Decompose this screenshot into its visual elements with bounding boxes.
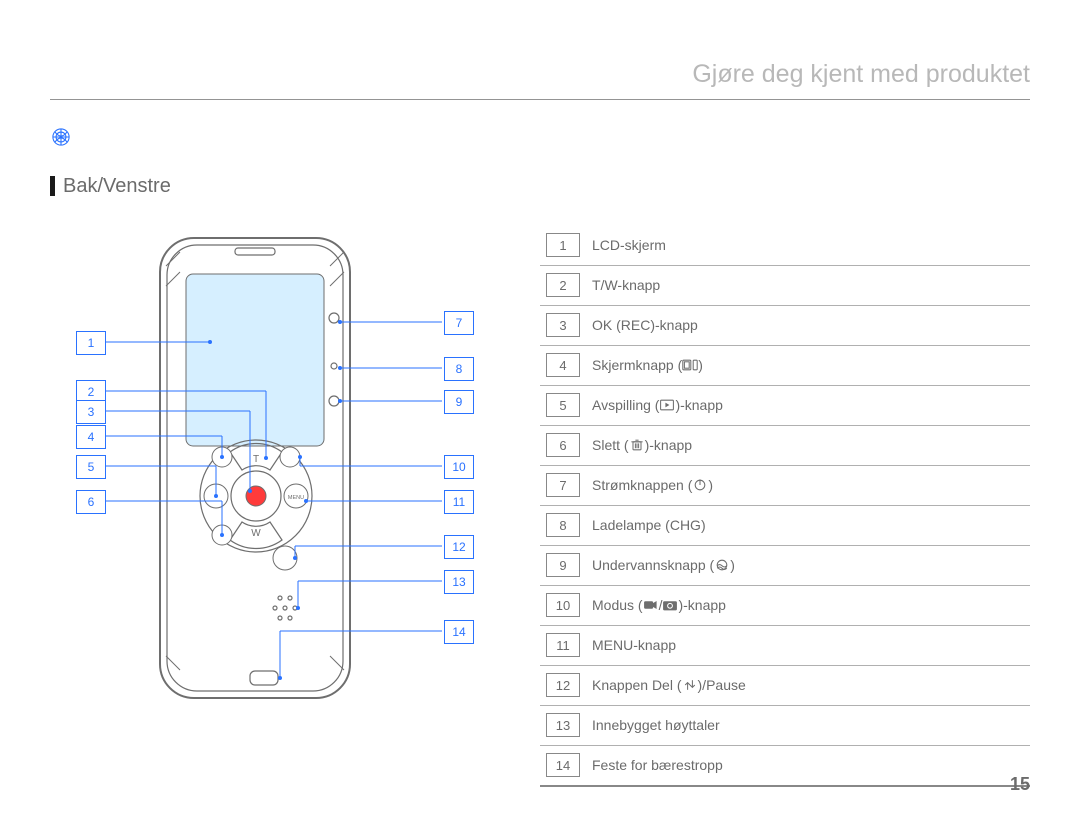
table-row: 9Undervannsknapp () xyxy=(540,546,1030,586)
part-number: 5 xyxy=(546,393,580,417)
callout-5: 5 xyxy=(76,455,106,479)
callout-12: 12 xyxy=(444,535,474,559)
table-row: 7Strømknappen () xyxy=(540,466,1030,506)
table-row: 13Innebygget høyttaler xyxy=(540,706,1030,746)
part-number: 3 xyxy=(546,313,580,337)
table-row: 11MENU-knapp xyxy=(540,626,1030,666)
callout-10: 10 xyxy=(444,455,474,479)
part-number: 11 xyxy=(546,633,580,657)
part-label: T/W-knapp xyxy=(586,266,1030,306)
part-number: 12 xyxy=(546,673,580,697)
diagram-column: T W MENU xyxy=(50,226,510,787)
underwater-icon xyxy=(714,558,730,572)
part-number: 1 xyxy=(546,233,580,257)
svg-text:T: T xyxy=(253,454,259,465)
callout-4: 4 xyxy=(76,425,106,449)
video-mode-icon xyxy=(643,598,659,612)
callout-6: 6 xyxy=(76,490,106,514)
part-label: MENU-knapp xyxy=(586,626,1030,666)
page-title: Gjøre deg kjent med produktet xyxy=(50,60,1030,100)
part-number: 6 xyxy=(546,433,580,457)
playback-icon xyxy=(659,398,675,412)
callout-9: 9 xyxy=(444,390,474,414)
table-row: 6Slett ()-knapp xyxy=(540,426,1030,466)
table-row: 2T/W-knapp xyxy=(540,266,1030,306)
product-diagram: T W MENU xyxy=(120,226,420,731)
screen-toggle-icon xyxy=(682,358,698,372)
part-number: 10 xyxy=(546,593,580,617)
table-row: 5Avspilling ()-knapp xyxy=(540,386,1030,426)
part-label: Modus (/)-knapp xyxy=(586,586,1030,626)
part-number: 7 xyxy=(546,473,580,497)
part-label: Skjermknapp () xyxy=(586,346,1030,386)
table-row: 14Feste for bærestropp xyxy=(540,746,1030,787)
subheading: Bak/Venstre xyxy=(50,176,1030,196)
table-row: 10Modus (/)-knapp xyxy=(540,586,1030,626)
callout-1: 1 xyxy=(76,331,106,355)
part-number: 9 xyxy=(546,553,580,577)
svg-text:MENU: MENU xyxy=(288,495,304,501)
part-label: Feste for bærestropp xyxy=(586,746,1030,787)
section-icon xyxy=(50,128,72,146)
part-label: Strømknappen () xyxy=(586,466,1030,506)
part-label: LCD-skjerm xyxy=(586,226,1030,266)
share-icon xyxy=(682,678,698,692)
speaker-icon xyxy=(273,596,297,620)
part-label: Ladelampe (CHG) xyxy=(586,506,1030,546)
callout-8: 8 xyxy=(444,357,474,381)
svg-text:W: W xyxy=(251,528,261,539)
callout-3: 3 xyxy=(76,400,106,424)
photo-mode-icon xyxy=(662,598,678,612)
part-number: 13 xyxy=(546,713,580,737)
table-row: 12Knappen Del ()/Pause xyxy=(540,666,1030,706)
table-row: 3OK (REC)-knapp xyxy=(540,306,1030,346)
callout-13: 13 xyxy=(444,570,474,594)
part-label: OK (REC)-knapp xyxy=(586,306,1030,346)
part-number: 8 xyxy=(546,513,580,537)
table-row: 8Ladelampe (CHG) xyxy=(540,506,1030,546)
parts-table: 1LCD-skjerm2T/W-knapp3OK (REC)-knapp4Skj… xyxy=(540,226,1030,787)
part-number: 2 xyxy=(546,273,580,297)
trash-icon xyxy=(629,438,645,452)
part-label: Slett ()-knapp xyxy=(586,426,1030,466)
page-number: 15 xyxy=(1010,774,1030,795)
table-row: 4Skjermknapp () xyxy=(540,346,1030,386)
callout-11: 11 xyxy=(444,490,474,514)
rec-button-icon xyxy=(246,486,266,506)
part-number: 14 xyxy=(546,753,580,777)
table-row: 1LCD-skjerm xyxy=(540,226,1030,266)
part-label: Undervannsknapp () xyxy=(586,546,1030,586)
callout-7: 7 xyxy=(444,311,474,335)
part-label: Innebygget høyttaler xyxy=(586,706,1030,746)
part-label: Knappen Del ()/Pause xyxy=(586,666,1030,706)
part-label: Avspilling ()-knapp xyxy=(586,386,1030,426)
power-icon xyxy=(692,478,708,492)
callout-14: 14 xyxy=(444,620,474,644)
part-number: 4 xyxy=(546,353,580,377)
